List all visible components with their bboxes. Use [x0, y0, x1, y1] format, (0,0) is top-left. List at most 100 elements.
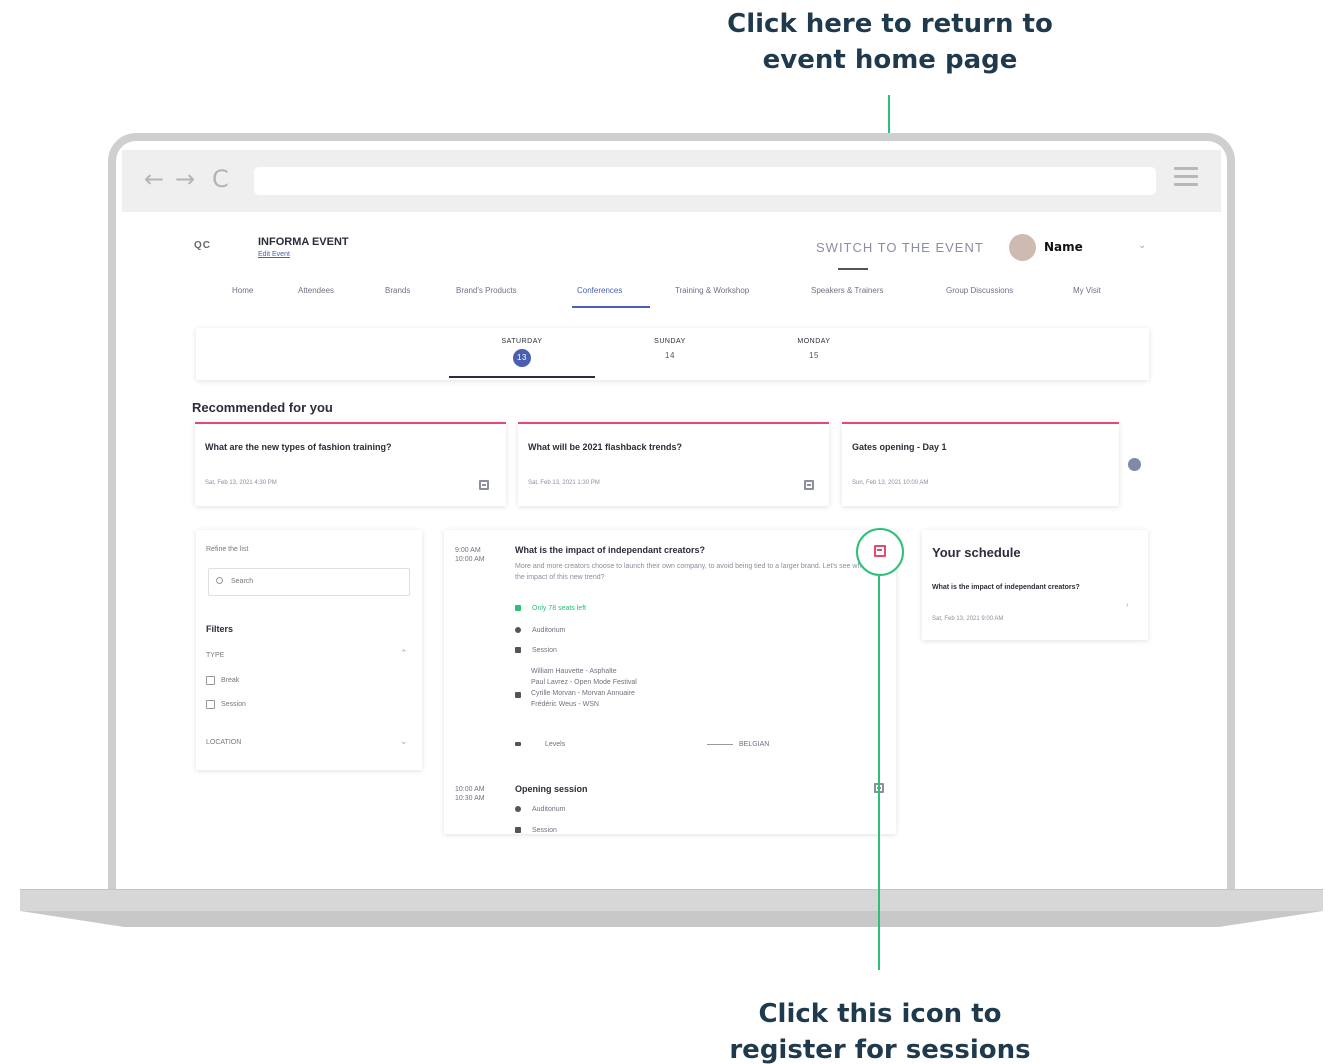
session-type: Session [532, 827, 557, 834]
session-language: BELGIAN [739, 741, 770, 748]
tab-attendees[interactable]: Attendees [298, 286, 334, 295]
session-title[interactable]: What is the impact of independant creato… [515, 545, 705, 555]
session-time: 9:00 AM 10:00 AM [455, 546, 485, 564]
schedule-title: Your schedule [932, 545, 1021, 560]
session-type-icon [515, 647, 521, 653]
switch-to-event-button[interactable]: SWITCH TO THE EVENT [816, 240, 984, 255]
callout-line-1: Click here to return to [727, 9, 1053, 39]
forward-icon[interactable]: → [175, 165, 195, 193]
tab-group-discussions[interactable]: Group Discussions [946, 286, 1013, 295]
chevron-right-icon[interactable]: › [1126, 600, 1129, 609]
speaker-icon [515, 692, 521, 698]
session-type-icon [515, 827, 521, 833]
speaker[interactable]: Paul Lavrez - Open Mode Festival [531, 677, 637, 688]
tab-training-workshop[interactable]: Training & Workshop [675, 286, 749, 295]
session-description: More and more creators choose to launch … [515, 563, 875, 581]
recommended-card[interactable]: Gates opening - Day 1 Sun, Feb 13, 2021 … [842, 422, 1119, 506]
seat-icon [515, 605, 521, 611]
type-filter-label[interactable]: TYPE [206, 652, 224, 659]
session-end: 10:00 AM [455, 556, 485, 563]
schedule-item-date: Sat, Feb 13, 2021 9:00 AM [932, 616, 1004, 622]
recommended-card[interactable]: What will be 2021 flashback trends? Sat,… [518, 422, 829, 506]
search-placeholder: Search [231, 578, 254, 585]
session-location: Auditorium [532, 806, 566, 813]
session-start: 9:00 AM [455, 547, 481, 554]
register-session-icon[interactable] [874, 545, 886, 557]
day-label: MONDAY [797, 338, 831, 345]
avatar[interactable] [1009, 234, 1036, 261]
recommended-card-date: Sun, Feb 13, 2021 10:00 AM [852, 480, 929, 486]
tab-speakers-trainers[interactable]: Speakers & Trainers [811, 286, 883, 295]
callout-register: Click this icon to register for sessions [690, 996, 1070, 1064]
day-saturday[interactable]: SATURDAY 13 [482, 338, 562, 367]
tab-home[interactable]: Home [232, 286, 253, 295]
callout-bottom-connector [878, 576, 880, 970]
speaker[interactable]: William Hauvette - Asphalte [531, 666, 637, 677]
back-icon[interactable]: ← [144, 165, 164, 193]
schedule-item[interactable]: What is the impact of independant creato… [932, 583, 1112, 593]
recommended-card-title: Gates opening - Day 1 [852, 442, 947, 452]
active-day-indicator [449, 376, 595, 378]
recommended-card-title: What are the new types of fashion traini… [205, 442, 392, 452]
session-level: Levels [545, 741, 566, 748]
callout-line-2: register for sessions [729, 1035, 1031, 1064]
speaker[interactable]: Cyrille Morvan - Morvan Annuaire [531, 688, 637, 699]
callout-return-home: Click here to return to event home page [690, 6, 1090, 78]
session-end: 10:30 AM [455, 795, 485, 802]
switch-underline [838, 268, 868, 270]
tab-brands[interactable]: Brands [385, 286, 410, 295]
hamburger-menu-icon[interactable] [1174, 167, 1198, 189]
filter-session-checkbox[interactable] [206, 700, 215, 709]
carousel-next-icon[interactable] [1128, 458, 1141, 471]
session-location: Auditorium [532, 627, 566, 634]
day-sunday[interactable]: SUNDAY 14 [630, 338, 710, 360]
filter-session-label: Session [221, 701, 246, 708]
callout-line-1: Click this icon to [758, 999, 1002, 1029]
location-pin-icon [515, 627, 521, 633]
filters-title: Filters [206, 624, 234, 634]
refine-label: Refine the list [206, 546, 249, 553]
tab-brands-products[interactable]: Brand's Products [456, 286, 517, 295]
search-icon [216, 577, 223, 584]
add-to-calendar-icon[interactable] [479, 480, 489, 490]
day-monday[interactable]: MONDAY 15 [774, 338, 854, 360]
filter-break-checkbox[interactable] [206, 676, 215, 685]
reload-icon[interactable]: C [212, 165, 229, 193]
session-type: Session [532, 647, 557, 654]
chevron-up-icon[interactable]: ⌃ [400, 648, 408, 659]
edit-event-link[interactable]: Edit Event [258, 251, 290, 258]
filter-panel [196, 530, 422, 770]
recommended-card-title: What will be 2021 flashback trends? [528, 442, 683, 452]
recommended-card[interactable]: What are the new types of fashion traini… [195, 422, 506, 506]
session-title[interactable]: Opening session [515, 784, 588, 794]
level-icon [515, 742, 521, 746]
seats-left: Only 78 seats left [532, 605, 587, 612]
speaker[interactable]: Frédéric Weus - WSN [531, 699, 637, 710]
chevron-down-icon[interactable]: ⌄ [400, 736, 408, 747]
event-name: INFORMA EVENT [258, 236, 349, 248]
laptop-base [20, 889, 1323, 911]
user-name[interactable]: Name [1044, 240, 1083, 254]
chevron-down-icon[interactable]: ⌄ [1138, 240, 1146, 251]
day-number: 14 [665, 351, 675, 360]
app-logo[interactable]: QC [194, 240, 211, 251]
day-number: 15 [809, 351, 819, 360]
location-pin-icon [515, 806, 521, 812]
laptop-base-edge [20, 911, 1323, 927]
session-start: 10:00 AM [455, 786, 485, 793]
address-bar[interactable] [254, 167, 1156, 195]
add-to-calendar-icon[interactable] [804, 480, 814, 490]
tab-conferences[interactable]: Conferences [577, 286, 622, 295]
speaker-list: William Hauvette - Asphalte Paul Lavrez … [531, 666, 637, 710]
recommended-card-date: Sat, Feb 13, 2021 1:30 PM [528, 480, 600, 486]
callout-line-2: event home page [762, 45, 1018, 75]
day-number: 13 [513, 349, 531, 367]
day-label: SUNDAY [654, 338, 686, 345]
day-label: SATURDAY [501, 338, 543, 345]
session-time: 10:00 AM 10:30 AM [455, 785, 485, 803]
location-filter-label[interactable]: LOCATION [206, 739, 241, 746]
language-divider [707, 744, 733, 745]
filter-break-label: Break [221, 677, 240, 684]
recommended-title: Recommended for you [192, 400, 333, 415]
tab-my-visit[interactable]: My Visit [1073, 286, 1101, 295]
